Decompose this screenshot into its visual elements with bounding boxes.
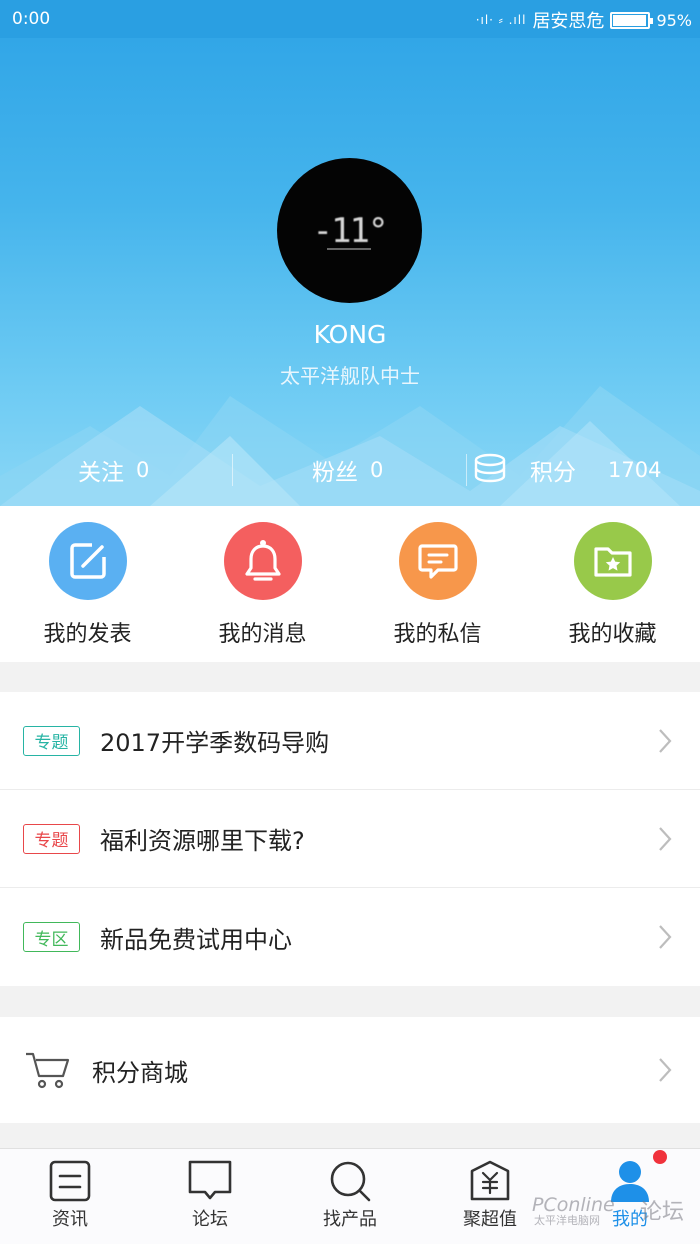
topic-title: 新品免费试用中心 <box>100 925 292 954</box>
my-favorites-button[interactable]: 我的收藏 <box>525 522 700 648</box>
deals-icon <box>470 1160 510 1201</box>
cart-icon <box>26 1052 70 1089</box>
nav-deals-label: 聚超值 <box>463 1209 517 1230</box>
my-private-messages-label: 我的私信 <box>393 622 482 647</box>
avatar[interactable]: -11° <box>277 158 422 303</box>
quick-actions: 我的发表 我的消息 我的私信 我的收藏 <box>0 506 700 662</box>
coins-icon <box>474 453 506 483</box>
list-item[interactable]: 专题 2017开学季数码导购 <box>0 692 700 790</box>
points-label: 积分 <box>530 460 576 486</box>
my-posts-button[interactable]: 我的发表 <box>0 522 175 648</box>
topic-tag: 专题 <box>23 725 80 756</box>
my-posts-label: 我的发表 <box>43 622 132 647</box>
battery-fill <box>613 14 646 26</box>
forum-icon <box>188 1160 232 1200</box>
list-item[interactable]: 专区 新品免费试用中心 <box>0 888 700 986</box>
avatar-subline <box>327 248 371 250</box>
nav-find-product[interactable]: 找产品 <box>280 1159 420 1231</box>
my-private-messages-button[interactable]: 我的私信 <box>350 522 525 648</box>
avatar-text: -11° <box>312 210 389 251</box>
nav-find-product-label: 找产品 <box>323 1209 377 1230</box>
status-time: 0:00 <box>12 9 51 29</box>
topic-tag: 专区 <box>23 922 80 952</box>
status-right: ·ıl· ⸗ .ıll 居安思危 95% <box>476 7 692 33</box>
bell-icon <box>244 540 281 581</box>
chevron-right-icon <box>659 729 672 753</box>
topic-title: 福利资源哪里下载? <box>100 827 305 855</box>
follow-label: 关注 <box>78 460 124 486</box>
username: KONG <box>313 320 387 349</box>
shop-section: 积分商城 <box>0 1017 700 1123</box>
profile-header: 0:00 ·ıl· ⸗ .ıll 居安思危 95% -11° KONG 太平洋舰… <box>0 0 700 506</box>
nav-news[interactable]: 资讯 <box>0 1159 140 1231</box>
signal-icon: ·ıl· ⸗ .ıll <box>475 13 527 27</box>
nav-news-label: 资讯 <box>52 1209 88 1230</box>
folder-star-icon <box>593 547 632 577</box>
edit-icon <box>69 543 106 579</box>
message-icon <box>417 544 458 579</box>
status-bar: 0:00 ·ıl· ⸗ .ıll 居安思危 95% <box>0 0 700 38</box>
list-item[interactable]: 专题 福利资源哪里下载? <box>0 790 700 888</box>
stats-divider <box>232 454 233 486</box>
stats-bar: 关注 0 粉丝 0 积分 1704 <box>0 450 700 490</box>
points-count: 1704 <box>608 458 662 482</box>
stats-divider <box>466 454 467 486</box>
follow-count: 0 <box>136 458 150 482</box>
watermark-forum: 论坛 <box>640 1200 685 1225</box>
fans-label: 粉丝 <box>312 460 358 486</box>
topic-list: 专题 2017开学季数码导购 专题 福利资源哪里下载? 专区 新品免费试用中心 <box>0 692 700 986</box>
watermark-tagline: 太平洋电脑网 <box>534 1214 600 1227</box>
follow-stat[interactable]: 关注 0 <box>78 450 149 490</box>
topic-title: 2017开学季数码导购 <box>100 729 330 757</box>
notification-badge <box>653 1150 667 1164</box>
chevron-right-icon <box>659 1058 672 1082</box>
chevron-right-icon <box>659 827 672 851</box>
my-favorites-label: 我的收藏 <box>568 622 657 647</box>
battery-icon <box>610 11 654 29</box>
my-messages-circle <box>223 522 302 600</box>
news-icon <box>49 1160 91 1202</box>
my-favorites-circle <box>573 522 652 600</box>
carrier-name: 居安思危 <box>532 11 605 32</box>
nav-forum-label: 论坛 <box>192 1209 228 1230</box>
my-private-messages-circle <box>398 522 477 600</box>
fans-count: 0 <box>370 458 384 482</box>
my-messages-button[interactable]: 我的消息 <box>175 522 350 648</box>
fans-stat[interactable]: 粉丝 0 <box>312 450 383 490</box>
points-shop-label: 积分商城 <box>92 1058 188 1087</box>
topic-tag: 专题 <box>23 823 80 854</box>
points-stat[interactable]: 积分 1704 <box>472 450 661 490</box>
battery-percent: 95% <box>656 10 692 30</box>
my-messages-label: 我的消息 <box>218 622 307 647</box>
chevron-right-icon <box>659 925 672 949</box>
nav-forum[interactable]: 论坛 <box>140 1159 280 1231</box>
search-icon <box>330 1161 371 1202</box>
my-posts-circle <box>48 522 127 600</box>
user-rank: 太平洋舰队中士 <box>280 364 420 388</box>
points-shop-item[interactable]: 积分商城 <box>0 1017 700 1123</box>
